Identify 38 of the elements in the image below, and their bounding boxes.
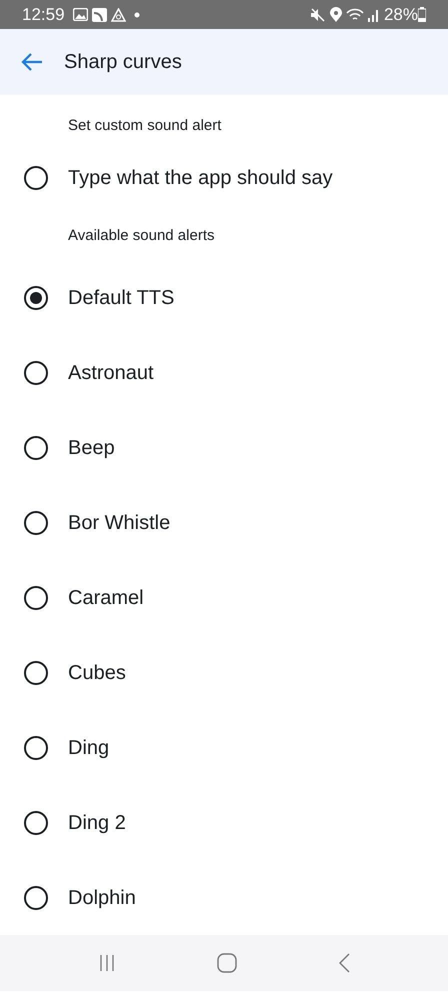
triangle-icon bbox=[110, 8, 126, 22]
radio-button[interactable] bbox=[24, 736, 48, 760]
page-title: Sharp curves bbox=[64, 50, 182, 75]
back-icon[interactable] bbox=[338, 953, 350, 973]
radio-button-selected[interactable] bbox=[24, 286, 48, 310]
recent-apps-icon[interactable] bbox=[98, 954, 116, 972]
option-label[interactable]: Default TTS bbox=[68, 282, 174, 312]
radio-button[interactable] bbox=[24, 660, 48, 684]
section-label: Set custom sound alert bbox=[67, 116, 222, 136]
radio-button[interactable] bbox=[24, 510, 48, 534]
back-arrow-icon[interactable] bbox=[20, 52, 44, 72]
mute-icon bbox=[310, 8, 326, 22]
option-label[interactable]: Ding bbox=[68, 732, 110, 762]
option-label[interactable]: Astronaut bbox=[68, 358, 154, 388]
location-icon bbox=[330, 7, 342, 22]
dot-icon bbox=[134, 12, 140, 18]
wifi-icon bbox=[346, 8, 364, 22]
radio-button[interactable] bbox=[24, 360, 48, 384]
radio-button[interactable] bbox=[24, 436, 48, 460]
option-label[interactable]: Type what the app should say bbox=[68, 162, 333, 192]
image-icon bbox=[72, 8, 88, 21]
home-icon[interactable] bbox=[216, 953, 237, 973]
radio-button[interactable] bbox=[24, 586, 48, 610]
signal-icon bbox=[368, 8, 380, 22]
battery-percentage: 28% bbox=[384, 4, 418, 26]
radio-button[interactable] bbox=[24, 810, 48, 834]
option-label[interactable]: Caramel bbox=[68, 582, 144, 612]
option-label[interactable]: Cubes bbox=[68, 658, 126, 688]
battery-icon bbox=[418, 7, 426, 22]
radio-button[interactable] bbox=[24, 166, 48, 190]
option-label[interactable]: Dolphin bbox=[68, 882, 136, 912]
option-label[interactable]: Beep bbox=[68, 432, 115, 462]
option-label[interactable]: Ding 2 bbox=[68, 808, 126, 838]
cast-icon bbox=[92, 8, 107, 22]
option-label[interactable]: Bor Whistle bbox=[68, 508, 170, 538]
radio-button[interactable] bbox=[24, 886, 48, 910]
status-time: 12:59 bbox=[22, 4, 65, 26]
section-label: Available sound alerts bbox=[67, 226, 216, 246]
